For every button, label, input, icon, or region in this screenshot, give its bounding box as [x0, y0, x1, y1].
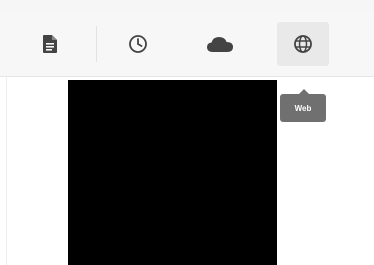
web-tooltip: Web [280, 89, 326, 122]
app-window: Web [0, 0, 374, 265]
top-strip [0, 0, 374, 12]
content-preview [68, 80, 277, 265]
cloud-button[interactable] [194, 22, 246, 66]
history-button[interactable] [112, 22, 164, 66]
tooltip-label: Web [294, 103, 312, 113]
cloud-icon [207, 36, 233, 52]
toolbar-divider [96, 26, 97, 62]
clock-icon [128, 34, 148, 54]
toolbar [0, 12, 374, 77]
file-button[interactable] [24, 22, 76, 66]
content-left-border [6, 76, 7, 265]
globe-icon [293, 34, 313, 54]
file-text-icon [43, 35, 57, 53]
web-button[interactable] [277, 22, 329, 66]
